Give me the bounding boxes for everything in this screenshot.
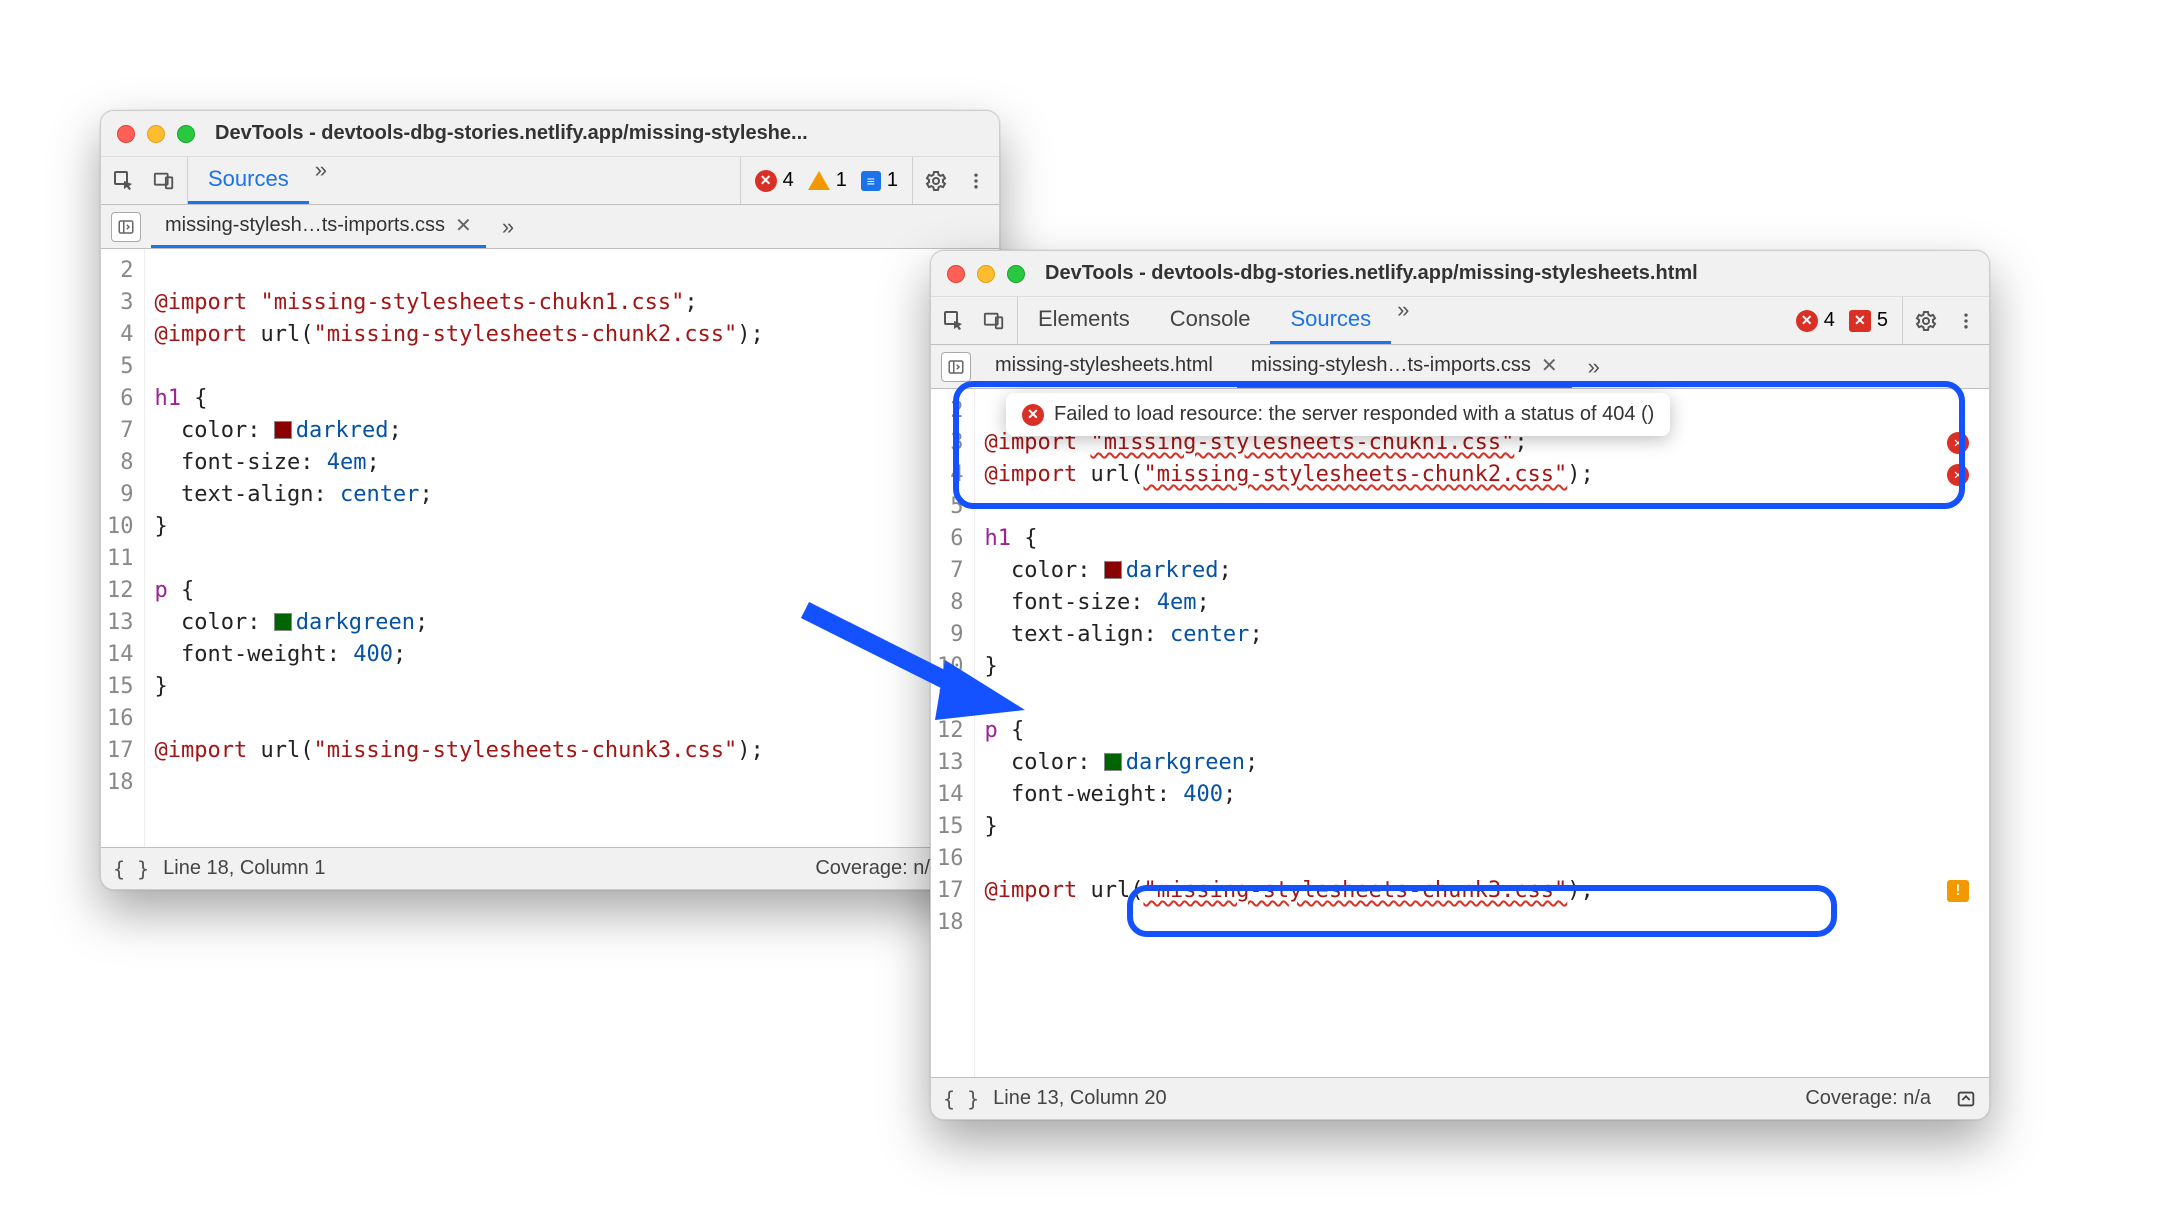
- error-count-value: 4: [1824, 309, 1835, 332]
- inline-error-icon[interactable]: ✕: [1947, 432, 1969, 454]
- tab-sources[interactable]: Sources: [1270, 297, 1391, 344]
- gear-icon[interactable]: [1913, 308, 1939, 334]
- line-gutter: 23456789101112131415161718: [101, 249, 145, 847]
- statusbar: { } Line 18, Column 1 Coverage: n/a: [101, 847, 999, 889]
- error-count[interactable]: ✕4: [755, 169, 794, 192]
- inline-warning-icon[interactable]: !: [1947, 880, 1969, 902]
- error-tooltip-text: Failed to load resource: the server resp…: [1054, 403, 1654, 426]
- info-count-value: 1: [887, 169, 898, 192]
- coverage-status: Coverage: n/a: [1805, 1087, 1931, 1110]
- tab-console[interactable]: Console: [1150, 297, 1271, 344]
- navigator-toggle-icon[interactable]: [111, 212, 141, 242]
- code-content[interactable]: @import "missing-stylesheets-chukn1.css"…: [145, 249, 1000, 847]
- close-window-icon[interactable]: [117, 125, 135, 143]
- close-icon[interactable]: ✕: [455, 213, 472, 238]
- window-title: DevTools - devtools-dbg-stories.netlify.…: [207, 122, 983, 145]
- coverage-status: Coverage: n/a: [815, 857, 941, 880]
- minimize-window-icon[interactable]: [977, 265, 995, 283]
- window-title: DevTools - devtools-dbg-stories.netlify.…: [1037, 262, 1973, 285]
- close-window-icon[interactable]: [947, 265, 965, 283]
- warning-count[interactable]: 1: [808, 169, 847, 192]
- issue-counts[interactable]: ✕4 ✕5: [1782, 297, 1903, 344]
- more-tabs-icon[interactable]: »: [1391, 297, 1415, 344]
- file-tab-label: missing-stylesh…ts-imports.css: [1251, 354, 1531, 377]
- minimize-window-icon[interactable]: [147, 125, 165, 143]
- cursor-position: Line 13, Column 20: [993, 1087, 1166, 1110]
- main-toolbar: Sources » ✕4 1 ≡1: [101, 157, 999, 205]
- titlebar: DevTools - devtools-dbg-stories.netlify.…: [101, 111, 999, 157]
- line-gutter: 23456789101112131415161718: [931, 389, 975, 1077]
- issue-count-value: 5: [1877, 309, 1888, 332]
- tab-sources[interactable]: Sources: [188, 157, 309, 204]
- inline-error-icon[interactable]: ✕: [1947, 464, 1969, 486]
- file-tab[interactable]: missing-stylesheets.html: [981, 345, 1227, 388]
- issue-counts[interactable]: ✕4 1 ≡1: [740, 157, 913, 204]
- pretty-print-icon[interactable]: { }: [943, 1087, 979, 1111]
- close-icon[interactable]: ✕: [1541, 353, 1558, 378]
- gear-icon[interactable]: [923, 168, 949, 194]
- file-tab-active[interactable]: missing-stylesh…ts-imports.css ✕: [1237, 345, 1572, 388]
- more-tabs-icon[interactable]: »: [309, 157, 333, 204]
- inspect-element-icon[interactable]: [941, 308, 967, 334]
- arrow-icon: [795, 600, 1025, 720]
- pretty-print-icon[interactable]: { }: [113, 857, 149, 881]
- file-tabs-bar: missing-stylesh…ts-imports.css ✕ »: [101, 205, 999, 249]
- drawer-toggle-icon[interactable]: [1955, 1088, 1977, 1110]
- code-content[interactable]: @import "missing-stylesheets-chukn1.css"…: [975, 389, 1990, 1077]
- file-tab-active[interactable]: missing-stylesh…ts-imports.css ✕: [151, 205, 486, 248]
- cursor-position: Line 18, Column 1: [163, 857, 325, 880]
- error-icon: ✕: [1022, 404, 1044, 426]
- device-toolbar-icon[interactable]: [981, 308, 1007, 334]
- window-controls: [947, 265, 1025, 283]
- maximize-window-icon[interactable]: [1007, 265, 1025, 283]
- error-count-value: 4: [783, 169, 794, 192]
- window-controls: [117, 125, 195, 143]
- file-tab-label: missing-stylesh…ts-imports.css: [165, 214, 445, 237]
- code-editor[interactable]: 23456789101112131415161718 @import "miss…: [931, 389, 1989, 1077]
- kebab-menu-icon[interactable]: [963, 168, 989, 194]
- devtools-window-right: DevTools - devtools-dbg-stories.netlify.…: [930, 250, 1990, 1120]
- inspect-element-icon[interactable]: [111, 168, 137, 194]
- issue-count[interactable]: ✕5: [1849, 309, 1888, 332]
- file-tab-label: missing-stylesheets.html: [995, 354, 1213, 377]
- error-tooltip: ✕ Failed to load resource: the server re…: [1006, 393, 1670, 436]
- device-toolbar-icon[interactable]: [151, 168, 177, 194]
- statusbar: { } Line 13, Column 20 Coverage: n/a: [931, 1077, 1989, 1119]
- titlebar: DevTools - devtools-dbg-stories.netlify.…: [931, 251, 1989, 297]
- code-editor[interactable]: 23456789101112131415161718 @import "miss…: [101, 249, 999, 847]
- navigator-toggle-icon[interactable]: [941, 352, 971, 382]
- devtools-window-left: DevTools - devtools-dbg-stories.netlify.…: [100, 110, 1000, 890]
- main-toolbar: Elements Console Sources » ✕4 ✕5: [931, 297, 1989, 345]
- file-tabs-bar: missing-stylesheets.html missing-stylesh…: [931, 345, 1989, 389]
- kebab-menu-icon[interactable]: [1953, 308, 1979, 334]
- more-file-tabs-icon[interactable]: »: [1582, 354, 1606, 380]
- warning-count-value: 1: [836, 169, 847, 192]
- maximize-window-icon[interactable]: [177, 125, 195, 143]
- more-file-tabs-icon[interactable]: »: [496, 214, 520, 240]
- tab-elements[interactable]: Elements: [1018, 297, 1150, 344]
- error-count[interactable]: ✕4: [1796, 309, 1835, 332]
- info-count[interactable]: ≡1: [861, 169, 898, 192]
